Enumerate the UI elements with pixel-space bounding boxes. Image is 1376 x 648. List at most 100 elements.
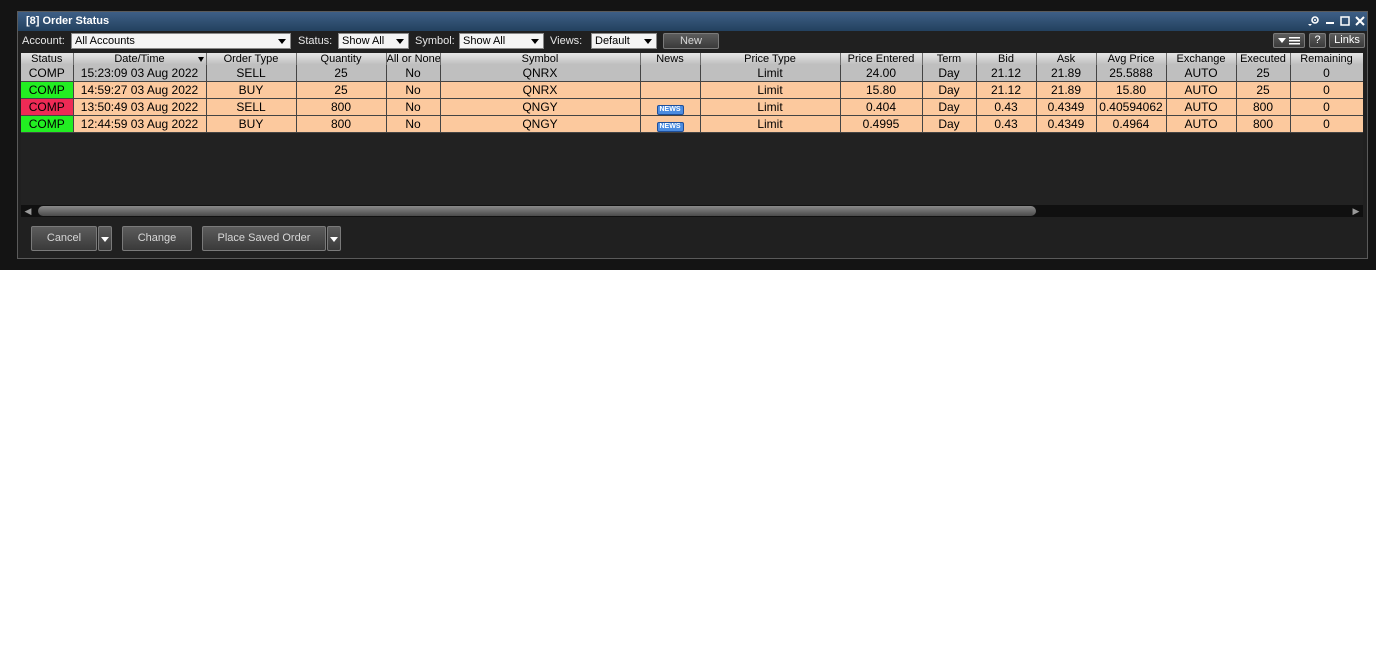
datetime-cell: 14:59:27 03 Aug 2022 — [73, 81, 207, 99]
column-header[interactable]: Price Entered — [840, 53, 923, 65]
order-type-cell: BUY — [206, 115, 297, 133]
news-badge[interactable]: NEWS — [656, 104, 684, 115]
column-header[interactable]: News — [640, 53, 701, 65]
ask-cell: 21.89 — [1036, 81, 1097, 99]
column-header[interactable]: Status — [21, 53, 74, 65]
avg-price-cell: 25.5888 — [1096, 65, 1167, 82]
remaining-cell: 0 — [1290, 115, 1363, 133]
avg-price-cell: 0.40594062 — [1096, 98, 1167, 116]
price-entered-cell: 0.404 — [840, 98, 923, 116]
views-label: Views: — [550, 35, 583, 47]
scroll-right-icon[interactable]: ▶ — [1349, 205, 1363, 217]
chevron-down-icon — [396, 39, 404, 44]
order-type-cell: BUY — [206, 81, 297, 99]
account-select-value: All Accounts — [75, 35, 135, 47]
column-menu-button[interactable] — [1273, 33, 1305, 48]
remaining-cell: 0 — [1290, 65, 1363, 82]
order-type-cell: SELL — [206, 98, 297, 116]
all-or-none-cell: No — [386, 115, 441, 133]
bid-cell: 21.12 — [976, 65, 1037, 82]
help-button[interactable]: ? — [1309, 33, 1326, 48]
symbol-label: Symbol: — [415, 35, 455, 47]
symbol-cell: QNGY — [440, 115, 641, 133]
bid-cell: 21.12 — [976, 81, 1037, 99]
price-type-cell: Limit — [700, 98, 841, 116]
exchange-cell: AUTO — [1166, 98, 1237, 116]
title-bar[interactable]: [8] Order Status — [18, 12, 1367, 31]
column-header[interactable]: Symbol — [440, 53, 641, 65]
price-entered-cell: 24.00 — [840, 65, 923, 82]
ask-cell: 0.4349 — [1036, 115, 1097, 133]
executed-cell: 25 — [1236, 65, 1291, 82]
maximize-icon[interactable] — [1339, 14, 1351, 31]
table-row[interactable]: COMP 15:23:09 03 Aug 2022 SELL 25 No QNR… — [21, 65, 1363, 82]
place-saved-order-button[interactable]: Place Saved Order — [202, 226, 326, 251]
column-header[interactable]: Order Type — [206, 53, 297, 65]
column-header[interactable]: Remaining — [1290, 53, 1363, 65]
all-or-none-cell: No — [386, 81, 441, 99]
news-badge[interactable]: NEWS — [656, 121, 684, 132]
table-row[interactable]: COMP 14:59:27 03 Aug 2022 BUY 25 No QNRX… — [21, 81, 1363, 99]
column-header[interactable]: Term — [922, 53, 977, 65]
news-cell — [640, 65, 701, 82]
status-cell: COMP — [21, 65, 74, 82]
news-cell: NEWS — [640, 115, 701, 133]
executed-cell: 800 — [1236, 115, 1291, 133]
chevron-down-icon — [101, 237, 109, 242]
all-or-none-cell: No — [386, 65, 441, 82]
column-header[interactable]: Executed — [1236, 53, 1291, 65]
term-cell: Day — [922, 81, 977, 99]
account-label: Account: — [22, 35, 65, 47]
symbol-select-value: Show All — [463, 35, 506, 47]
column-header[interactable]: All or None — [386, 53, 441, 65]
orders-table: Status Date/Time Order Type Quantity All… — [21, 53, 1363, 133]
price-entered-cell: 0.4995 — [840, 115, 923, 133]
horizontal-scrollbar[interactable]: ◀ ▶ — [21, 205, 1363, 217]
quantity-cell: 800 — [296, 98, 387, 116]
price-type-cell: Limit — [700, 81, 841, 99]
column-header[interactable]: Bid — [976, 53, 1037, 65]
column-header[interactable]: Price Type — [700, 53, 841, 65]
table-row[interactable]: COMP 12:44:59 03 Aug 2022 BUY 800 No QNG… — [21, 115, 1363, 133]
symbol-cell: QNGY — [440, 98, 641, 116]
price-type-cell: Limit — [700, 65, 841, 82]
quantity-cell: 25 — [296, 65, 387, 82]
status-cell: COMP — [21, 81, 74, 99]
column-header[interactable]: Avg Price — [1096, 53, 1167, 65]
executed-cell: 25 — [1236, 81, 1291, 99]
scroll-left-icon[interactable]: ◀ — [21, 205, 35, 217]
settings-icon[interactable] — [1306, 14, 1320, 31]
status-select[interactable]: Show All — [338, 33, 409, 49]
symbol-select[interactable]: Show All — [459, 33, 544, 49]
status-label: Status: — [298, 35, 333, 47]
status-select-value: Show All — [342, 35, 385, 47]
minimize-icon[interactable] — [1324, 14, 1336, 31]
chevron-down-icon — [330, 237, 338, 242]
close-icon[interactable] — [1354, 14, 1366, 31]
exchange-cell: AUTO — [1166, 65, 1237, 82]
column-header[interactable]: Date/Time — [73, 53, 207, 65]
executed-cell: 800 — [1236, 98, 1291, 116]
toolbar: Account: All Accounts Status: Show All S… — [18, 32, 1367, 52]
cancel-button[interactable]: Cancel — [31, 226, 97, 251]
table-row[interactable]: COMP 13:50:49 03 Aug 2022 SELL 800 No QN… — [21, 98, 1363, 116]
scrollbar-thumb[interactable] — [38, 206, 1036, 216]
column-header[interactable]: Ask — [1036, 53, 1097, 65]
views-select[interactable]: Default — [591, 33, 657, 49]
remaining-cell: 0 — [1290, 81, 1363, 99]
change-button[interactable]: Change — [122, 226, 192, 251]
footer-actions: Cancel Change Place Saved Order — [18, 226, 1367, 252]
window-title: [8] Order Status — [26, 15, 110, 27]
account-select[interactable]: All Accounts — [71, 33, 291, 49]
datetime-cell: 15:23:09 03 Aug 2022 — [73, 65, 207, 82]
chevron-down-icon — [278, 39, 286, 44]
column-header[interactable]: Quantity — [296, 53, 387, 65]
cancel-options-button[interactable] — [98, 226, 112, 251]
quantity-cell: 800 — [296, 115, 387, 133]
new-button[interactable]: New — [663, 33, 719, 49]
avg-price-cell: 15.80 — [1096, 81, 1167, 99]
price-entered-cell: 15.80 — [840, 81, 923, 99]
column-header[interactable]: Exchange — [1166, 53, 1237, 65]
place-saved-order-options-button[interactable] — [327, 226, 341, 251]
links-button[interactable]: Links — [1329, 33, 1365, 48]
